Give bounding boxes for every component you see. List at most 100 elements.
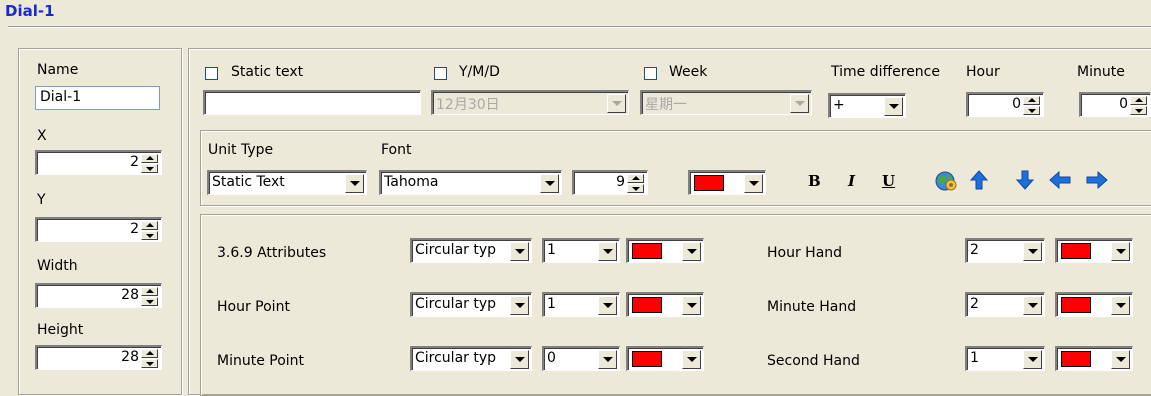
- title-divider: [8, 26, 1151, 28]
- chevron-down-icon[interactable]: [1023, 242, 1042, 261]
- chevron-down-icon[interactable]: [682, 296, 701, 315]
- week-checkbox[interactable]: [644, 67, 657, 80]
- arrow-down-icon[interactable]: [1015, 170, 1035, 190]
- time-difference-label: Time difference: [831, 64, 940, 80]
- attr-type-value: Circular typ: [415, 296, 497, 312]
- attr-row-label: 3.6.9 Attributes: [217, 245, 327, 261]
- hand-num-select[interactable]: 2: [965, 292, 1045, 317]
- chevron-down-icon[interactable]: [1111, 350, 1130, 369]
- hand-color-select[interactable]: [1055, 292, 1133, 317]
- chevron-down-icon[interactable]: [1023, 350, 1042, 369]
- x-spin-buttons[interactable]: [141, 154, 158, 173]
- hand-label: Hour Hand: [767, 245, 843, 261]
- hand-num-select[interactable]: 1: [965, 346, 1045, 371]
- spin-up-icon[interactable]: [141, 349, 158, 358]
- spin-up-icon[interactable]: [141, 221, 158, 230]
- attr-num-select[interactable]: 0: [542, 346, 620, 371]
- color-swatch: [1061, 351, 1091, 367]
- spin-down-icon[interactable]: [627, 184, 644, 193]
- attr-num-select[interactable]: 1: [542, 238, 620, 263]
- attr-num-value: 1: [547, 296, 556, 312]
- unit-type-select[interactable]: Static Text: [207, 170, 367, 195]
- chevron-down-icon[interactable]: [510, 350, 529, 369]
- hour-spin-buttons[interactable]: [1023, 96, 1040, 115]
- attr-num-value: 1: [547, 242, 556, 258]
- hour-spinner[interactable]: 0: [966, 92, 1044, 117]
- arrow-right-icon[interactable]: [1086, 171, 1108, 189]
- spin-down-icon[interactable]: [141, 359, 158, 368]
- hand-color-select[interactable]: [1055, 238, 1133, 263]
- font-size-spin-buttons[interactable]: [627, 174, 644, 193]
- chevron-down-icon[interactable]: [884, 97, 903, 116]
- chevron-down-icon[interactable]: [345, 174, 364, 193]
- chevron-down-icon[interactable]: [1111, 296, 1130, 315]
- spin-down-icon[interactable]: [141, 231, 158, 240]
- attr-color-select[interactable]: [626, 346, 704, 371]
- height-spin-buttons[interactable]: [141, 349, 158, 368]
- spin-up-icon[interactable]: [141, 287, 158, 296]
- spin-down-icon[interactable]: [1130, 106, 1147, 115]
- arrow-up-icon[interactable]: [969, 170, 989, 190]
- chevron-down-icon[interactable]: [510, 296, 529, 315]
- width-spin-buttons[interactable]: [141, 287, 158, 306]
- italic-button[interactable]: I: [848, 172, 855, 190]
- chevron-down-icon[interactable]: [1023, 296, 1042, 315]
- chevron-down-icon[interactable]: [510, 242, 529, 261]
- width-spinner[interactable]: 28: [35, 283, 162, 308]
- font-select[interactable]: Tahoma: [379, 170, 562, 195]
- attr-type-value: Circular typ: [415, 350, 497, 366]
- attr-color-select[interactable]: [626, 238, 704, 263]
- spin-up-icon[interactable]: [627, 174, 644, 183]
- width-value: 28: [121, 287, 139, 303]
- minute-spinner[interactable]: 0: [1079, 92, 1151, 117]
- underline-button[interactable]: U: [882, 172, 895, 190]
- spin-up-icon[interactable]: [141, 154, 158, 163]
- chevron-down-icon[interactable]: [598, 350, 617, 369]
- ymd-value: 12月30日: [436, 97, 500, 113]
- spin-down-icon[interactable]: [141, 164, 158, 173]
- time-difference-select[interactable]: +: [828, 93, 906, 118]
- x-value: 2: [130, 154, 139, 170]
- bold-button[interactable]: B: [808, 172, 821, 190]
- ymd-select[interactable]: 12月30日: [431, 90, 629, 115]
- chevron-down-icon[interactable]: [598, 296, 617, 315]
- minute-value: 0: [1119, 96, 1128, 112]
- chevron-down-icon[interactable]: [682, 242, 701, 261]
- attr-row-label: Minute Point: [217, 353, 305, 369]
- attr-type-select[interactable]: Circular typ: [410, 292, 532, 317]
- font-color-select[interactable]: [688, 170, 766, 195]
- hand-color-select[interactable]: [1055, 346, 1133, 371]
- static-text-checkbox[interactable]: [205, 67, 218, 80]
- y-spin-buttons[interactable]: [141, 221, 158, 240]
- attr-color-select[interactable]: [626, 292, 704, 317]
- minute-spin-buttons[interactable]: [1130, 96, 1147, 115]
- y-spinner[interactable]: 2: [35, 217, 162, 242]
- chevron-down-icon[interactable]: [540, 174, 559, 193]
- attr-type-select[interactable]: Circular typ: [410, 238, 532, 263]
- arrow-left-icon[interactable]: [1049, 171, 1071, 189]
- height-spinner[interactable]: 28: [35, 345, 162, 370]
- chevron-down-icon[interactable]: [1111, 242, 1130, 261]
- hand-num-select[interactable]: 2: [965, 238, 1045, 263]
- color-swatch: [1061, 243, 1091, 259]
- week-select[interactable]: 星期一: [640, 90, 812, 115]
- static-text-label: Static text: [231, 64, 304, 80]
- chevron-down-icon[interactable]: [598, 242, 617, 261]
- spin-up-icon[interactable]: [1023, 96, 1040, 105]
- chevron-down-icon[interactable]: [790, 94, 809, 113]
- chevron-down-icon[interactable]: [607, 94, 626, 113]
- name-input[interactable]: Dial-1: [35, 86, 160, 110]
- static-text-input[interactable]: [203, 90, 421, 115]
- spin-down-icon[interactable]: [1023, 106, 1040, 115]
- y-value: 2: [130, 221, 139, 237]
- chevron-down-icon[interactable]: [744, 174, 763, 193]
- spin-down-icon[interactable]: [141, 297, 158, 306]
- ymd-checkbox[interactable]: [434, 67, 447, 80]
- attr-num-select[interactable]: 1: [542, 292, 620, 317]
- attr-type-select[interactable]: Circular typ: [410, 346, 532, 371]
- spin-up-icon[interactable]: [1130, 96, 1147, 105]
- font-size-spinner[interactable]: 9: [572, 170, 648, 195]
- x-spinner[interactable]: 2: [35, 150, 162, 175]
- chevron-down-icon[interactable]: [682, 350, 701, 369]
- globe-icon[interactable]: [934, 168, 958, 192]
